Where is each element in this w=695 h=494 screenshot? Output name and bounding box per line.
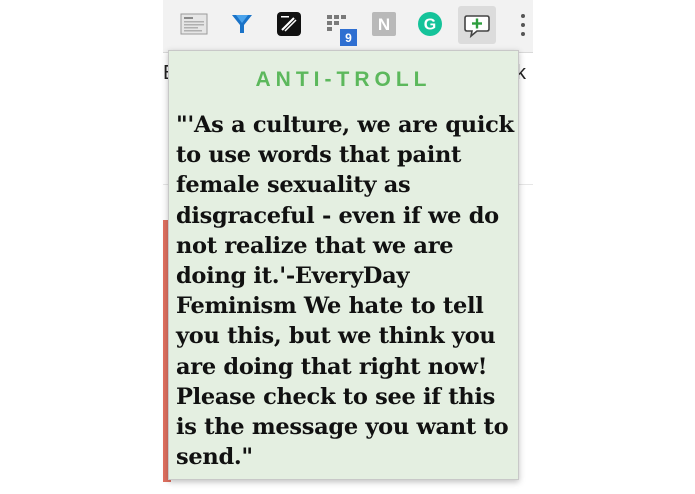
screenshot-icon[interactable] (180, 10, 208, 38)
funnel-icon[interactable] (228, 10, 256, 38)
screen: 9 N G k ANTI-TROLL "'As a culture, we ar… (0, 0, 695, 494)
notion-icon[interactable]: N (370, 10, 398, 38)
anti-troll-popup: ANTI-TROLL "'As a culture, we are quick … (168, 50, 519, 480)
notification-badge: 9 (340, 29, 357, 46)
popup-title: ANTI-TROLL (255, 68, 432, 91)
grammarly-letter: G (424, 17, 436, 34)
warning-message: "'As a culture, we are quick to use word… (176, 112, 514, 471)
more-vertical-icon[interactable] (520, 14, 526, 40)
anti-troll-icon[interactable] (458, 6, 496, 44)
grid-icon[interactable]: 9 (323, 10, 357, 46)
grammarly-icon[interactable]: G (416, 10, 444, 38)
extensions-toolbar: 9 N G (163, 0, 533, 53)
editor-icon[interactable] (275, 10, 303, 38)
notion-letter: N (378, 15, 390, 34)
